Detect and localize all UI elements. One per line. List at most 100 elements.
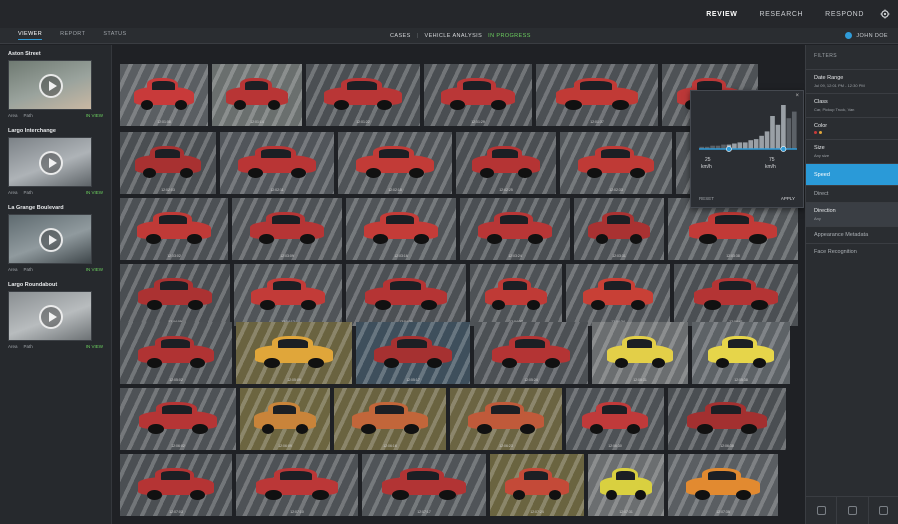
vehicle-result-tile[interactable]: 12:07:03: [120, 454, 232, 516]
vehicle-result-tile[interactable]: 12:07:31: [588, 454, 664, 516]
filter-label: Date Range: [814, 75, 844, 81]
gear-icon[interactable]: [880, 9, 890, 19]
toolbar-slot-3[interactable]: [869, 497, 898, 524]
camera-area-link[interactable]: Area: [8, 190, 18, 195]
vehicle-result-tile[interactable]: 12:06:30: [566, 388, 664, 450]
vehicle-result-tile[interactable]: 12:01:22: [306, 64, 420, 126]
reset-button[interactable]: RESET: [699, 196, 714, 201]
vehicle-result-tile[interactable]: 12:05:24: [474, 322, 588, 384]
vehicle-image: [492, 335, 570, 368]
tab-status[interactable]: STATUS: [103, 31, 126, 40]
vehicle-image: [249, 211, 325, 244]
vehicle-result-tile[interactable]: 12:01:29: [424, 64, 532, 126]
vehicle-result-tile[interactable]: 12:04:34: [566, 264, 670, 326]
toolbar-slot-2[interactable]: [837, 497, 869, 524]
vehicle-result-tile[interactable]: 12:06:09: [240, 388, 330, 450]
camera-thumbnail[interactable]: [8, 60, 92, 110]
camera-area-link[interactable]: Area: [8, 267, 18, 272]
filter-item-date-range[interactable]: Date Range Jul 09, 12:01 PM - 12:30 PM: [806, 69, 898, 93]
vehicle-result-tile[interactable]: 12:03:31: [574, 198, 664, 260]
vehicle-result-tile[interactable]: 12:04:27: [470, 264, 562, 326]
vehicle-result-tile[interactable]: 12:02:33: [560, 132, 672, 194]
vehicle-result-tile[interactable]: 12:02:18: [338, 132, 452, 194]
vehicle-result-tile[interactable]: 12:04:05: [120, 264, 230, 326]
vehicle-result-tile[interactable]: 12:04:12: [234, 264, 342, 326]
vehicle-result-tile[interactable]: 12:07:38: [668, 454, 778, 516]
camera-path-link[interactable]: Path: [24, 113, 33, 118]
vehicle-result-tile[interactable]: 12:06:02: [120, 388, 236, 450]
filter-item-size[interactable]: Size Any size: [806, 139, 898, 163]
filter-item-color[interactable]: Color: [806, 117, 898, 139]
vehicle-result-tile[interactable]: 12:03:09: [232, 198, 342, 260]
camera-feed[interactable]: Aston Street Area Path IN VIEW: [8, 51, 103, 118]
speed-max-handle[interactable]: [780, 146, 787, 152]
camera-area-link[interactable]: Area: [8, 113, 18, 118]
play-icon[interactable]: [39, 228, 63, 252]
color-swatch: [819, 131, 822, 134]
filter-item-class[interactable]: Class Car, Pickup Truck, Van: [806, 93, 898, 117]
user-menu[interactable]: JOHN DOE: [845, 32, 888, 39]
vehicle-result-tile[interactable]: 12:04:20: [346, 264, 466, 326]
close-icon[interactable]: ×: [795, 93, 799, 99]
vehicle-result-tile[interactable]: 12:06:23: [450, 388, 562, 450]
vehicle-image: [255, 467, 339, 500]
vehicle-result-tile[interactable]: 12:03:16: [346, 198, 456, 260]
breadcrumb-analysis: VEHICLE ANALYSIS: [424, 32, 483, 39]
filter-item-speed[interactable]: Speed: [806, 163, 898, 185]
vehicle-result-tile[interactable]: 12:07:17: [362, 454, 486, 516]
camera-thumbnail[interactable]: [8, 137, 92, 187]
vehicle-result-tile[interactable]: 12:06:38: [668, 388, 786, 450]
play-icon[interactable]: [39, 151, 63, 175]
vehicle-result-tile[interactable]: 12:01:37: [536, 64, 658, 126]
vehicle-result-tile[interactable]: 12:05:02: [120, 322, 232, 384]
camera-status: IN VIEW: [85, 113, 103, 118]
vehicle-result-tile[interactable]: 12:01:08: [120, 64, 208, 126]
vehicle-result-tile[interactable]: 12:07:24: [490, 454, 584, 516]
filter-item-face-recognition[interactable]: Face Recognition: [806, 243, 898, 260]
speed-min-handle[interactable]: [726, 146, 732, 152]
vehicle-result-tile[interactable]: 12:03:24: [460, 198, 570, 260]
filter-item-appearance-metadata[interactable]: Appearance Metadata: [806, 226, 898, 243]
vehicle-result-tile[interactable]: 12:04:41: [674, 264, 798, 326]
tile-timestamp: 12:07:03: [169, 510, 183, 514]
vehicle-result-tile[interactable]: 12:01:14: [212, 64, 302, 126]
nav-research[interactable]: RESEARCH: [759, 11, 803, 18]
vehicle-result-tile[interactable]: 12:06:16: [334, 388, 446, 450]
nav-respond[interactable]: RESPOND: [825, 11, 864, 18]
tile-timestamp: 12:03:02: [167, 254, 181, 258]
vehicle-result-tile[interactable]: 12:05:31: [592, 322, 688, 384]
camera-area-link[interactable]: Area: [8, 344, 18, 349]
camera-thumbnail[interactable]: [8, 291, 92, 341]
vehicle-image: [581, 401, 649, 434]
vehicle-result-tile[interactable]: 12:03:02: [120, 198, 228, 260]
vehicle-result-tile[interactable]: 12:05:17: [356, 322, 470, 384]
speed-histogram[interactable]: [699, 101, 797, 153]
vehicle-result-tile[interactable]: 12:02:11: [220, 132, 334, 194]
vehicle-result-tile[interactable]: 12:02:03: [120, 132, 216, 194]
filter-item-direction[interactable]: Direction Any: [806, 202, 898, 226]
play-icon[interactable]: [39, 305, 63, 329]
play-icon[interactable]: [39, 74, 63, 98]
tab-report[interactable]: REPORT: [60, 31, 85, 40]
filter-value: Jul 09, 12:01 PM - 12:30 PM: [814, 83, 865, 88]
filter-item-direct[interactable]: Direct: [806, 185, 898, 202]
camera-thumbnail[interactable]: [8, 214, 92, 264]
vehicle-result-tile[interactable]: 12:02:25: [456, 132, 556, 194]
camera-path-link[interactable]: Path: [24, 267, 33, 272]
camera-path-link[interactable]: Path: [24, 344, 33, 349]
analysis-status: IN PROGRESS: [488, 32, 531, 39]
camera-feed[interactable]: Largo Roundabout Area Path IN VIEW: [8, 282, 103, 349]
camera-feed[interactable]: La Grange Boulevard Area Path IN VIEW: [8, 205, 103, 272]
camera-path-link[interactable]: Path: [24, 190, 33, 195]
camera-feed[interactable]: Largo Interchange Area Path IN VIEW: [8, 128, 103, 195]
vehicle-result-tile[interactable]: 12:05:09: [236, 322, 352, 384]
breadcrumb-cases[interactable]: CASES: [390, 33, 411, 39]
nav-review[interactable]: REVIEW: [706, 11, 737, 18]
histogram-bar: [759, 135, 764, 149]
vehicle-result-tile[interactable]: 12:05:38: [692, 322, 790, 384]
vehicle-result-tile[interactable]: 12:07:10: [236, 454, 358, 516]
vehicle-image: [467, 401, 545, 434]
apply-button[interactable]: APPLY: [781, 196, 795, 201]
tab-viewer[interactable]: VIEWER: [18, 31, 43, 40]
toolbar-slot-1[interactable]: [806, 497, 838, 524]
